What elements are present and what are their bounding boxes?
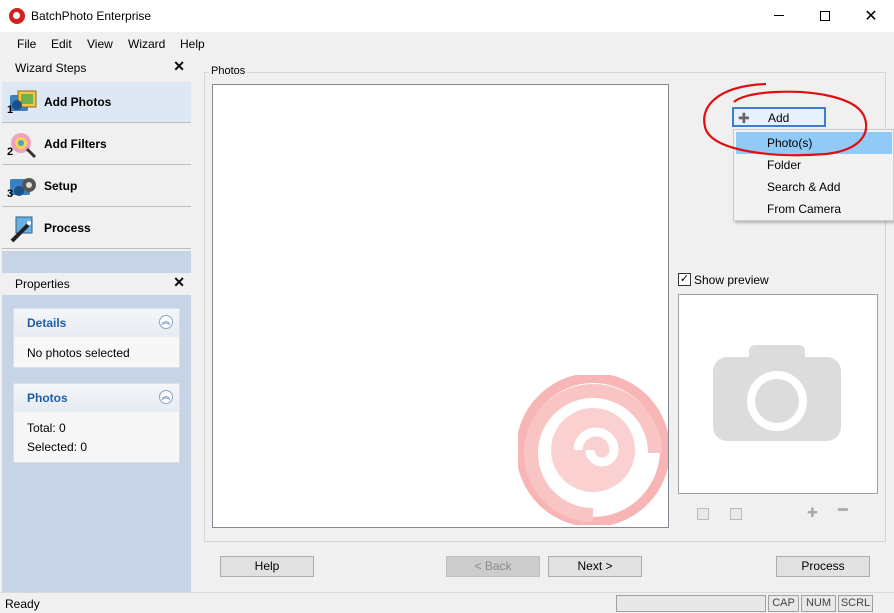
status-cap: CAP [768,595,799,612]
close-properties-icon[interactable]: ✕ [173,274,185,291]
title-bar: BatchPhoto Enterprise ✕ [0,0,894,32]
properties-title: Properties [15,277,70,291]
details-title: Details [27,316,67,330]
status-progress [616,595,766,612]
wizard-steps-list: 1 Add Photos 2 Add Filters 3 Setup Proce… [2,79,191,251]
plus-icon: ✚ [738,110,750,126]
photos-selected: Selected: 0 [27,440,88,454]
photos-title: Photos [27,391,68,405]
menu-edit[interactable]: Edit [51,37,72,51]
photos-total: Total: 0 [27,421,66,435]
menu-item-from-camera[interactable]: From Camera [736,198,892,220]
step-number: 3 [7,188,14,200]
show-preview-checkbox[interactable]: ✓ [678,273,691,286]
wizard-steps-header: Wizard Steps ✕ [2,57,191,79]
minimize-icon [774,15,784,16]
process-icon [10,216,33,243]
show-preview-label: Show preview [694,273,769,287]
details-text: No photos selected [27,346,130,360]
status-num: NUM [801,595,836,612]
step-label: Process [44,221,91,235]
process-button[interactable]: Process [776,556,870,577]
maximize-icon [820,10,830,21]
step-number: 1 [7,104,14,116]
minimize-button[interactable] [756,0,802,31]
close-icon: ✕ [864,7,878,25]
close-wizard-steps-icon[interactable]: ✕ [173,58,185,75]
wizard-steps-title: Wizard Steps [15,61,87,75]
photos-box: Photos ︽ Total: 0 Selected: 0 [13,383,180,463]
window-title: BatchPhoto Enterprise [31,9,152,23]
preview-fit-button[interactable] [697,508,709,520]
menu-item-photos[interactable]: Photo(s) [736,132,892,154]
zoom-out-icon[interactable]: ━ [838,503,848,519]
step-add-photos[interactable]: 1 Add Photos [2,82,191,123]
preview-actual-size-button[interactable] [730,508,742,520]
step-add-filters[interactable]: 2 Add Filters [2,124,191,165]
step-label: Setup [44,179,78,193]
status-scrl: SCRL [838,595,873,612]
help-button[interactable]: Help [220,556,314,577]
menu-help[interactable]: Help [180,37,205,51]
photo-list[interactable] [212,84,669,528]
photos-group-label: Photos [209,65,248,77]
collapse-icon[interactable]: ︽ [159,315,173,329]
menu-item-folder[interactable]: Folder [736,154,892,176]
maximize-button[interactable] [802,0,848,31]
status-text: Ready [5,597,40,611]
next-button[interactable]: Next > [548,556,642,577]
status-bar: Ready CAP NUM SCRL [0,592,894,613]
collapse-icon[interactable]: ︽ [159,390,173,404]
preview-pane [678,294,878,494]
details-header[interactable]: Details ︽ [14,309,179,337]
menu-view[interactable]: View [87,37,113,51]
step-label: Add Photos [44,95,112,109]
zoom-in-icon[interactable]: ✚ [807,505,818,521]
back-button[interactable]: < Back [446,556,540,577]
menu-bar: File Edit View Wizard Help [0,32,894,56]
step-process[interactable]: Process [2,208,191,249]
camera-icon [713,345,841,441]
add-button[interactable]: ✚ Add [732,107,826,127]
close-button[interactable]: ✕ [848,0,894,31]
app-logo-icon [9,8,25,24]
menu-file[interactable]: File [17,37,36,51]
menu-item-search-add[interactable]: Search & Add [736,176,892,198]
step-setup[interactable]: 3 Setup [2,166,191,207]
step-label: Add Filters [44,137,107,151]
brand-watermark-icon [518,375,668,525]
step-number: 2 [7,146,14,158]
left-pane: Wizard Steps ✕ 1 Add Photos 2 Add Filter… [2,57,191,592]
add-dropdown-menu: Photo(s) Folder Search & Add From Camera [733,129,894,221]
add-button-label: Add [768,111,790,125]
photos-header[interactable]: Photos ︽ [14,384,179,412]
menu-wizard[interactable]: Wizard [128,37,165,51]
details-box: Details ︽ No photos selected [13,308,180,368]
properties-header: Properties ✕ [2,273,191,295]
